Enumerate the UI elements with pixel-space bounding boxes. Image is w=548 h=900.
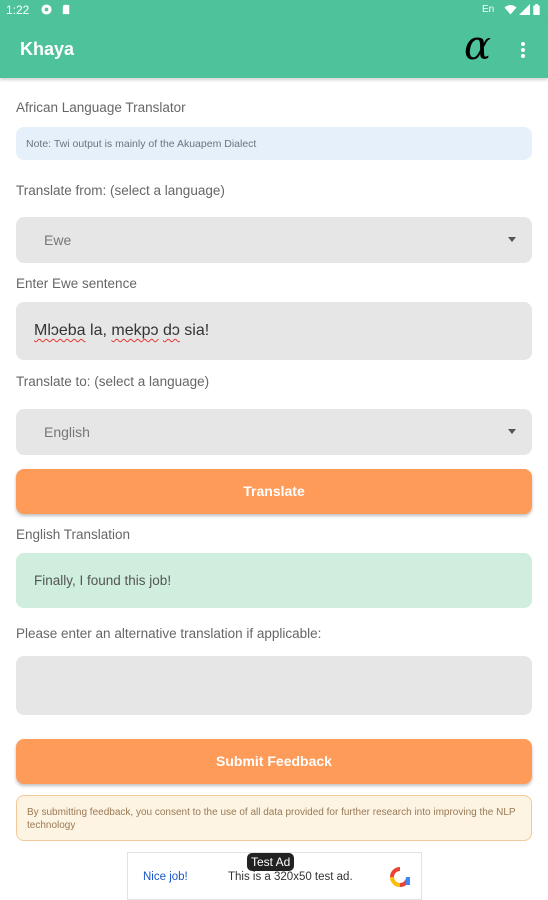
app-title: Khaya <box>20 39 75 59</box>
source-text-input[interactable]: Mlɔeba la, mekpɔ dɔ sia! <box>16 302 532 360</box>
test-ad-tag: Test Ad <box>247 853 295 871</box>
source-text-value: Mlɔeba la, mekpɔ dɔ sia! <box>34 322 209 340</box>
ad-headline: Nice job! <box>143 871 188 883</box>
source-word: la, <box>85 322 112 339</box>
battery-icon <box>533 4 540 15</box>
alt-label: Please enter an alternative translation … <box>16 626 322 641</box>
result-label: English Translation <box>16 527 131 542</box>
from-language-select[interactable]: Ewe <box>16 217 532 263</box>
translation-result: Finally, I found this job! <box>16 553 532 608</box>
alpha-logo-icon: α <box>464 23 492 69</box>
signal-icon <box>519 4 530 15</box>
input-label: Enter Ewe sentence <box>16 276 137 291</box>
wifi-icon <box>504 5 517 15</box>
to-language-select[interactable]: English <box>16 409 532 455</box>
source-word: sia! <box>179 322 210 339</box>
consent-notice: By submitting feedback, you consent to t… <box>16 795 532 841</box>
source-word-misspelled: Mlɔeba <box>34 322 86 339</box>
status-time: 1:22 <box>6 3 30 17</box>
to-label: Translate to: (select a language) <box>16 374 210 389</box>
ad-description: This is a 320x50 test ad. <box>228 871 353 883</box>
status-bar: 1:22 En <box>0 0 548 20</box>
translate-button[interactable]: Translate <box>16 469 532 514</box>
source-word-misspelled: mekpɔ <box>111 322 159 339</box>
source-word-misspelled: dɔ <box>162 322 180 339</box>
dropdown-caret-icon <box>508 237 516 242</box>
app-bar: Khaya α <box>0 20 548 78</box>
dropdown-caret-icon <box>508 429 516 434</box>
alternative-translation-input[interactable] <box>16 656 532 715</box>
from-label: Translate from: (select a language) <box>16 183 225 198</box>
page-label: African Language Translator <box>16 100 186 115</box>
dialect-note: Note: Twi output is mainly of the Akuape… <box>16 127 532 160</box>
settings-icon <box>41 4 52 15</box>
ad-logo-icon <box>390 867 410 887</box>
overflow-menu-icon[interactable] <box>516 40 530 60</box>
to-language-value: English <box>44 424 90 440</box>
sd-card-icon <box>62 4 70 15</box>
status-lang: En <box>482 4 495 15</box>
from-language-value: Ewe <box>44 232 72 248</box>
translation-result-text: Finally, I found this job! <box>34 573 172 588</box>
submit-feedback-button[interactable]: Submit Feedback <box>16 739 532 784</box>
